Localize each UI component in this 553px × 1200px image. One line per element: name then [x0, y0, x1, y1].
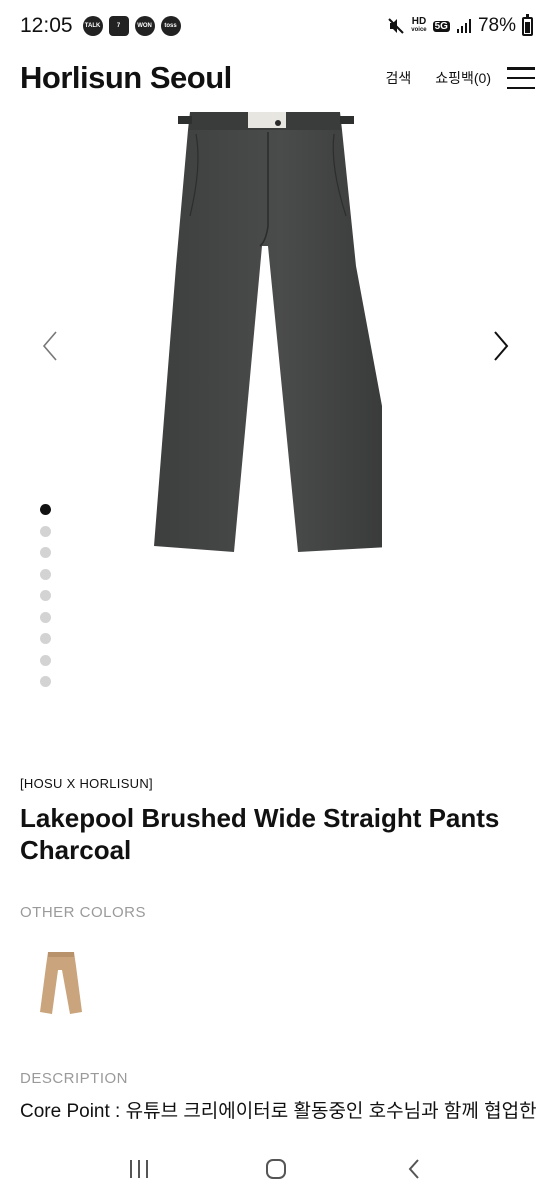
- home-button[interactable]: [258, 1151, 294, 1187]
- next-image-arrow-icon[interactable]: [487, 328, 517, 364]
- collab-label: [HOSU X HORLISUN]: [20, 776, 153, 791]
- toss-notification-icon: toss: [160, 16, 181, 36]
- status-left: 12:05 TALK 7 WON toss: [20, 14, 181, 38]
- kakaotalk-notification-icon: TALK: [82, 16, 103, 36]
- pagination-dot[interactable]: [40, 590, 51, 601]
- hd-voice-indicator: HD voice: [411, 17, 426, 35]
- mute-icon: [388, 18, 404, 34]
- signal-icon: [456, 19, 471, 33]
- pagination-dot[interactable]: [40, 525, 51, 537]
- network-type: 5G: [432, 20, 450, 32]
- calendar-notification-icon: 7: [108, 16, 129, 36]
- pagination-dot[interactable]: [40, 568, 51, 580]
- shopping-bag-link[interactable]: 쇼핑백(0): [435, 68, 491, 88]
- battery-percent: 78%: [477, 15, 516, 36]
- status-time: 12:05: [20, 14, 73, 37]
- recent-apps-icon: [129, 1160, 148, 1178]
- pagination-dot[interactable]: [40, 547, 51, 558]
- product-gallery[interactable]: [0, 104, 553, 704]
- product-image: [154, 112, 382, 552]
- brand-logo[interactable]: Horlisun Seoul: [20, 60, 232, 96]
- battery-icon: [522, 13, 533, 36]
- home-icon: [266, 1159, 287, 1179]
- site-header: Horlisun Seoul 검색 쇼핑백(0): [0, 52, 553, 104]
- pagination-dot[interactable]: [40, 633, 51, 644]
- description-heading: DESCRIPTION: [20, 1070, 129, 1087]
- status-right: HD voice 5G 78%: [387, 13, 533, 37]
- header-actions: 검색 쇼핑백(0): [385, 67, 535, 89]
- pagination-dot[interactable]: [40, 611, 51, 623]
- pagination-dot[interactable]: [40, 654, 51, 666]
- status-bar: 12:05 TALK 7 WON toss HD voice 5G 78%: [0, 0, 553, 52]
- pagination-dot[interactable]: [40, 504, 51, 515]
- other-colors-heading: OTHER COLORS: [20, 904, 147, 921]
- voice-label: voice: [411, 27, 427, 33]
- system-navigation-bar: [0, 1138, 553, 1200]
- won-notification-icon: WON: [134, 16, 155, 36]
- back-icon: [408, 1159, 419, 1179]
- pagination-dot[interactable]: [40, 676, 51, 687]
- product-title: Lakepool Brushed Wide Straight Pants Cha…: [20, 803, 500, 865]
- beige-color-swatch[interactable]: [20, 948, 100, 1020]
- menu-icon[interactable]: [507, 67, 535, 89]
- back-button[interactable]: [396, 1151, 432, 1187]
- search-link[interactable]: 검색: [385, 68, 411, 88]
- recent-apps-button[interactable]: [121, 1151, 157, 1187]
- previous-image-arrow-icon[interactable]: [36, 328, 66, 364]
- gallery-pagination: [40, 504, 52, 698]
- hd-label: HD: [411, 16, 427, 27]
- description-text: Core Point : 유튜브 크리에이터로 활동중인 호수님과 함께 협업한: [20, 1101, 537, 1122]
